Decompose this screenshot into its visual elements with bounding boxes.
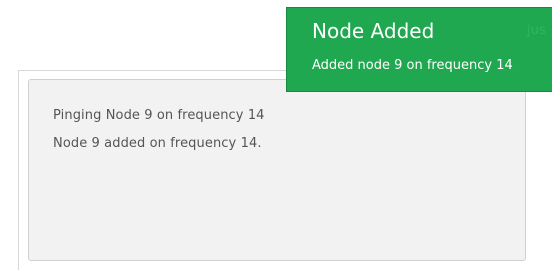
toast-message: Added node 9 on frequency 14	[312, 58, 513, 73]
log-output: Pinging Node 9 on frequency 14 Node 9 ad…	[28, 79, 526, 261]
toast-title: Node Added	[312, 19, 435, 43]
success-toast[interactable]: Node Added jus Added node 9 on frequency…	[286, 7, 552, 92]
log-line: Node 9 added on frequency 14.	[53, 136, 262, 151]
toast-timestamp: jus	[527, 23, 546, 38]
log-line: Pinging Node 9 on frequency 14	[53, 108, 265, 123]
page: Pinging Node 9 on frequency 14 Node 9 ad…	[0, 0, 552, 270]
